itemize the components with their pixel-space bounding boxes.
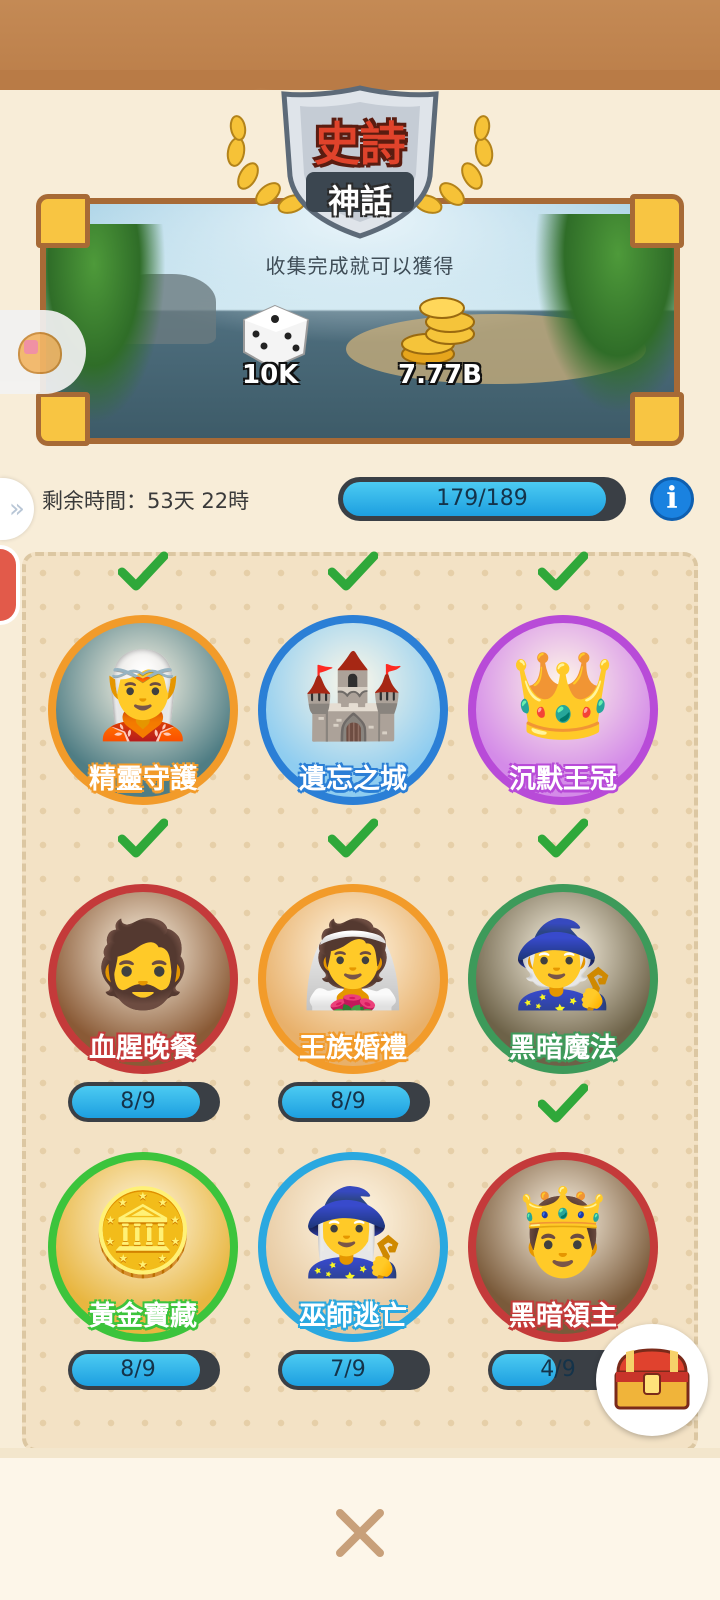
collection-progress-label: 8/9 xyxy=(120,1357,156,1382)
collection-art-icon: 🤴 xyxy=(510,1183,616,1281)
collection-name: 沉默王冠 xyxy=(509,764,617,795)
collection-name: 黑暗魔法 xyxy=(509,1033,617,1064)
banner-corner xyxy=(630,194,684,248)
collection-progress-bar: 8/9 xyxy=(68,1350,220,1390)
collection-progress-bar: 8/9 xyxy=(68,1082,220,1122)
info-button[interactable]: i xyxy=(650,477,694,521)
gold-coins-icon xyxy=(401,297,475,365)
time-remaining: 剩余時間：53天 22時 xyxy=(42,489,250,513)
rarity-title: 史詩 xyxy=(314,117,406,171)
checkmark-icon xyxy=(328,818,378,858)
checkmark-icon xyxy=(538,1083,588,1123)
collection-name: 精靈守護 xyxy=(89,764,197,795)
checkmark-icon xyxy=(328,551,378,591)
collection-progress-label: 7/9 xyxy=(330,1357,366,1382)
collection-art-icon: 👰 xyxy=(300,915,406,1013)
checkmark-icon xyxy=(118,818,168,858)
collection-art-icon: 🪙 xyxy=(90,1183,196,1281)
collection-name: 黃金寶藏 xyxy=(89,1301,197,1332)
side-tab-character[interactable] xyxy=(0,310,86,394)
collection-name: 黑暗領主 xyxy=(509,1301,617,1332)
collection-progress-label: 8/9 xyxy=(330,1089,366,1114)
collection-name: 王族婚禮 xyxy=(299,1033,407,1064)
collection-art-icon: 🧝 xyxy=(90,646,196,744)
character-avatar-icon xyxy=(18,332,62,374)
info-icon: i xyxy=(666,481,678,516)
close-icon[interactable] xyxy=(330,1505,390,1561)
collection-art-icon: 👑 xyxy=(510,646,616,744)
overall-progress-bar: 179/189 xyxy=(338,477,626,521)
checkmark-icon xyxy=(118,551,168,591)
rarity-subtitle: 神話 xyxy=(327,182,392,220)
collection-name: 血腥晚餐 xyxy=(89,1033,197,1064)
overall-progress-label: 179/189 xyxy=(436,486,528,511)
collection-progress-bar: 7/9 xyxy=(278,1350,430,1390)
collection-name: 遺忘之城 xyxy=(299,764,407,795)
treasure-chest-button[interactable] xyxy=(596,1324,708,1436)
treasure-chest-icon xyxy=(614,1348,690,1410)
collection-art-icon: 🧙 xyxy=(510,915,616,1013)
collection-art-icon: 🏰 xyxy=(300,646,406,744)
double-chevron-right-icon: » xyxy=(9,494,25,524)
banner-subtitle: 收集完成就可以獲得 xyxy=(265,254,455,278)
collection-progress-bar: 8/9 xyxy=(278,1082,430,1122)
dice-reward-value: 10K xyxy=(242,360,299,390)
collection-art-icon: 🧙‍♀️ xyxy=(300,1183,406,1281)
banner-corner xyxy=(36,194,90,248)
banner-corner xyxy=(630,392,684,446)
checkmark-icon xyxy=(538,818,588,858)
coins-reward-value: 7.77B xyxy=(398,360,482,390)
checkmark-icon xyxy=(538,551,588,591)
collection-name: 巫師逃亡 xyxy=(299,1301,407,1332)
collection-art-icon: 🧔 xyxy=(90,915,196,1013)
side-item-button[interactable] xyxy=(0,545,20,625)
collection-progress-label: 8/9 xyxy=(120,1089,156,1114)
banner-corner xyxy=(36,392,90,446)
